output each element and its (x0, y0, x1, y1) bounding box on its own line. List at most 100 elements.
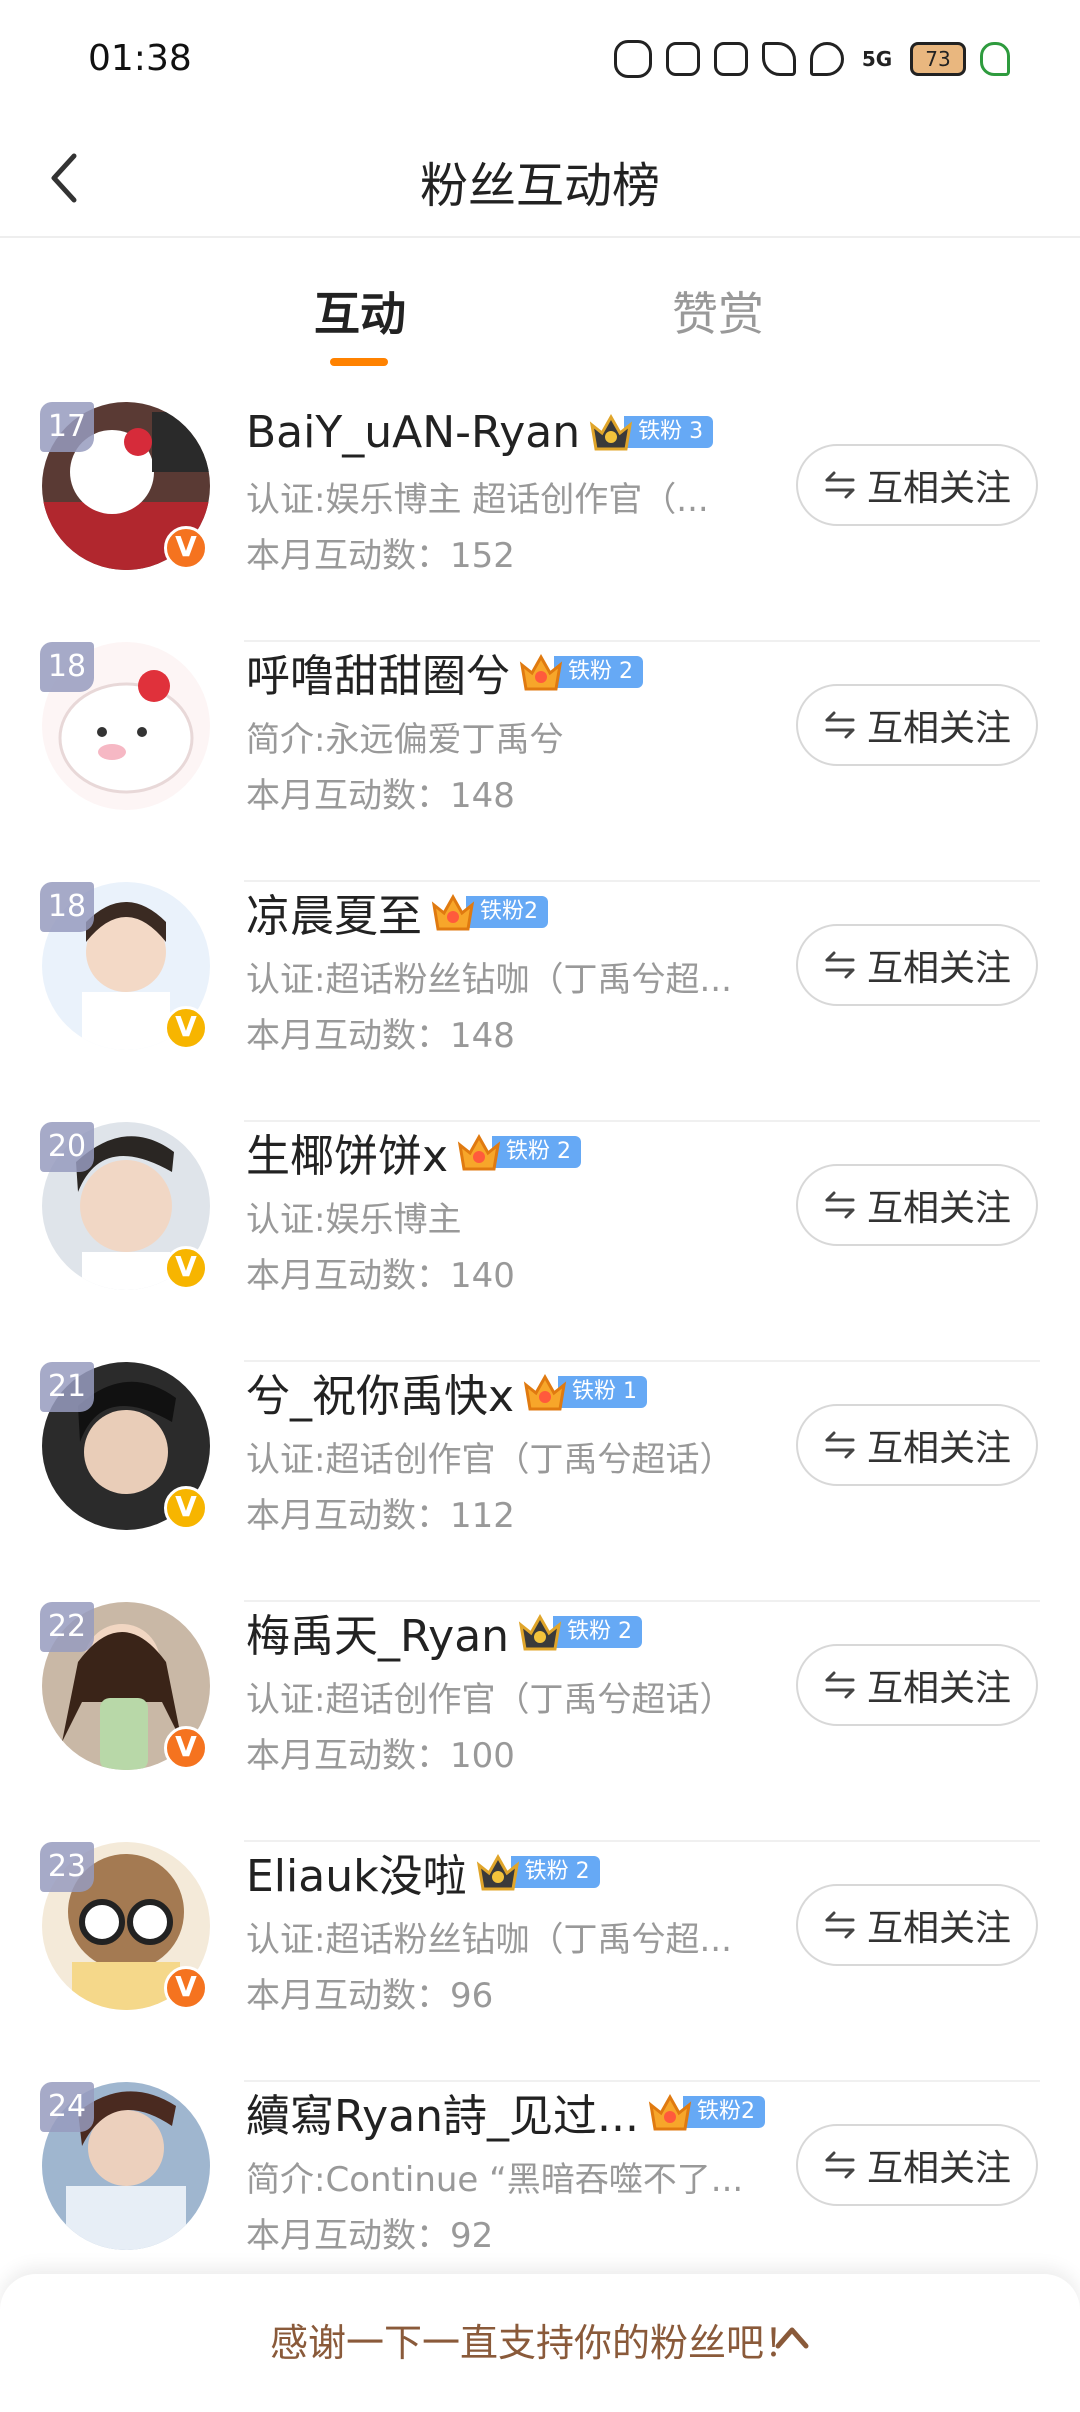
fan-level-label: 铁粉 3 (624, 416, 714, 448)
tab-bar: 互动 赞赏 (0, 240, 1080, 370)
fan-level-badge: 铁粉 2 (456, 1132, 582, 1172)
mutual-follow-button[interactable]: 互相关注 (796, 2124, 1038, 2206)
fan-row[interactable]: 21 V 兮_祝你禹快x 铁粉 1 认证:超话创作官（丁禹兮超话） 本月互动数：… (0, 1362, 1080, 1602)
crown-icon (457, 1133, 501, 1171)
swap-arrows-icon (825, 1671, 855, 1699)
rank-badge: 22 (40, 1602, 94, 1652)
bunny-icon (714, 42, 748, 76)
mutual-follow-button[interactable]: 互相关注 (796, 1164, 1038, 1246)
interaction-count: 本月互动数：96 (246, 1976, 494, 2016)
user-name[interactable]: 生椰饼饼x (246, 1120, 448, 1184)
user-description: 简介:永远偏爱丁禹兮 (246, 720, 564, 760)
user-name[interactable]: 凉晨夏至 (246, 880, 422, 944)
thank-fans-text: 感谢一下一直支持你的粉丝吧！ (270, 2321, 803, 2365)
battery-icon: 73 (910, 42, 966, 76)
swap-arrows-icon (825, 711, 855, 739)
fan-list: 17 V BaiY_uAN-Ryan 铁粉 3 认证:娱乐博主 超话创作官（..… (0, 402, 1080, 2322)
swap-arrows-icon (825, 1911, 855, 1939)
verified-badge-icon: V (164, 1966, 208, 2010)
user-name[interactable]: 續寫Ryan詩_见过... (246, 2080, 639, 2144)
follow-label: 互相关注 (866, 708, 1011, 749)
interaction-count: 本月互动数：112 (246, 1496, 515, 1536)
fan-level-label: 铁粉 2 (554, 656, 643, 688)
interaction-count: 本月互动数：92 (246, 2216, 494, 2256)
verified-badge-icon: V (164, 1486, 208, 1530)
page-title: 粉丝互动榜 (419, 158, 660, 214)
name-line: 續寫Ryan詩_见过... 铁粉2 (246, 2080, 766, 2144)
fan-level-badge: 铁粉2 (647, 2092, 766, 2132)
interaction-count: 本月互动数：148 (246, 776, 515, 816)
user-description: 认证:娱乐博主 超话创作官（... (246, 480, 709, 520)
tab-indicator (330, 358, 388, 366)
crown-icon (519, 653, 563, 691)
mutual-follow-button[interactable]: 互相关注 (796, 1884, 1038, 1966)
mutual-follow-button[interactable]: 互相关注 (796, 684, 1038, 766)
mutual-follow-button[interactable]: 互相关注 (796, 1644, 1038, 1726)
crown-icon (589, 413, 633, 451)
interaction-count: 本月互动数：100 (246, 1736, 515, 1776)
mutual-follow-button[interactable]: 互相关注 (796, 444, 1038, 526)
user-name[interactable]: BaiY_uAN-Ryan (246, 407, 580, 458)
rank-badge: 21 (40, 1362, 94, 1412)
crown-icon (523, 1373, 567, 1411)
fan-row[interactable]: 17 V BaiY_uAN-Ryan 铁粉 3 认证:娱乐博主 超话创作官（..… (0, 402, 1080, 642)
user-description: 认证:娱乐博主 (246, 1200, 462, 1240)
mutual-follow-button[interactable]: 互相关注 (796, 924, 1038, 1006)
rank-badge: 24 (40, 2082, 94, 2132)
tab-reward[interactable]: 赞赏 (672, 278, 764, 344)
interaction-count: 本月互动数：140 (246, 1256, 515, 1296)
rank-badge: 18 (40, 882, 94, 932)
fan-row[interactable]: 22 V 梅禹天_Ryan 铁粉 2 认证:超话创作官（丁禹兮超话） 本月互动数… (0, 1602, 1080, 1842)
verified-badge-icon: V (164, 1246, 208, 1290)
bear-icon (614, 40, 652, 78)
user-name[interactable]: 呼噜甜甜圈兮 (246, 640, 510, 704)
leaf-icon (980, 42, 1010, 76)
status-time: 01:38 (88, 38, 192, 79)
name-line: Eliauk没啦 铁粉 2 (246, 1842, 600, 1902)
fan-level-label: 铁粉2 (683, 2096, 766, 2128)
fan-level-label: 铁粉 2 (553, 1616, 643, 1648)
interaction-count: 本月互动数：152 (246, 536, 515, 576)
cat-icon (666, 42, 700, 76)
strawberry-icon (810, 42, 844, 76)
follow-label: 互相关注 (866, 468, 1011, 509)
bow-icon (762, 42, 796, 76)
swap-arrows-icon (825, 1431, 855, 1459)
user-name[interactable]: Eliauk没啦 (246, 1840, 467, 1904)
thank-fans-bar[interactable]: 感谢一下一直支持你的粉丝吧！ (0, 2274, 1080, 2412)
chevron-up-icon[interactable] (772, 2318, 812, 2358)
status-icons: 5G 73 (614, 40, 1010, 78)
user-description: 认证:超话创作官（丁禹兮超话） (246, 1440, 734, 1480)
fan-row[interactable]: 18 V 凉晨夏至 铁粉2 认证:超话粉丝钻咖（丁禹兮超... 本月互动数：14… (0, 882, 1080, 1122)
fan-level-badge: 铁粉 1 (522, 1372, 648, 1412)
swap-arrows-icon (825, 471, 855, 499)
follow-label: 互相关注 (866, 948, 1011, 989)
fan-level-badge: 铁粉 2 (475, 1852, 600, 1892)
swap-arrows-icon (825, 1191, 855, 1219)
crown-icon (648, 2093, 692, 2131)
rank-badge: 17 (40, 402, 94, 452)
verified-badge-icon: V (164, 1006, 208, 1050)
mutual-follow-button[interactable]: 互相关注 (796, 1404, 1038, 1486)
fan-row[interactable]: 20 V 生椰饼饼x 铁粉 2 认证:娱乐博主 本月互动数：140 互相关注 (0, 1122, 1080, 1362)
follow-label: 互相关注 (866, 1908, 1011, 1949)
crown-icon (431, 893, 475, 931)
fan-row[interactable]: 18 呼噜甜甜圈兮 铁粉 2 简介:永远偏爱丁禹兮 本月互动数：148 互相关注 (0, 642, 1080, 882)
fan-level-badge: 铁粉 2 (518, 652, 643, 692)
rank-badge: 18 (40, 642, 94, 692)
fan-row[interactable]: 23 V Eliauk没啦 铁粉 2 认证:超话粉丝钻咖（丁禹兮超... 本月互… (0, 1842, 1080, 2082)
status-bar: 01:38 5G 73 (0, 0, 1080, 120)
user-description: 简介:Continue “黑暗吞噬不了... (246, 2160, 744, 2200)
user-name[interactable]: 兮_祝你禹快x (246, 1360, 514, 1424)
follow-label: 互相关注 (866, 1668, 1011, 1709)
name-line: 兮_祝你禹快x 铁粉 1 (246, 1360, 648, 1424)
signal-icon: 5G (861, 47, 893, 71)
fan-level-badge: 铁粉2 (430, 892, 548, 932)
follow-label: 互相关注 (866, 2148, 1011, 2189)
user-name[interactable]: 梅禹天_Ryan (246, 1600, 509, 1664)
rank-badge: 23 (40, 1842, 94, 1892)
tab-interaction[interactable]: 互动 (314, 278, 406, 344)
interaction-count: 本月互动数：148 (246, 1016, 515, 1056)
user-description: 认证:超话粉丝钻咖（丁禹兮超... (246, 1920, 732, 1960)
swap-arrows-icon (825, 951, 855, 979)
